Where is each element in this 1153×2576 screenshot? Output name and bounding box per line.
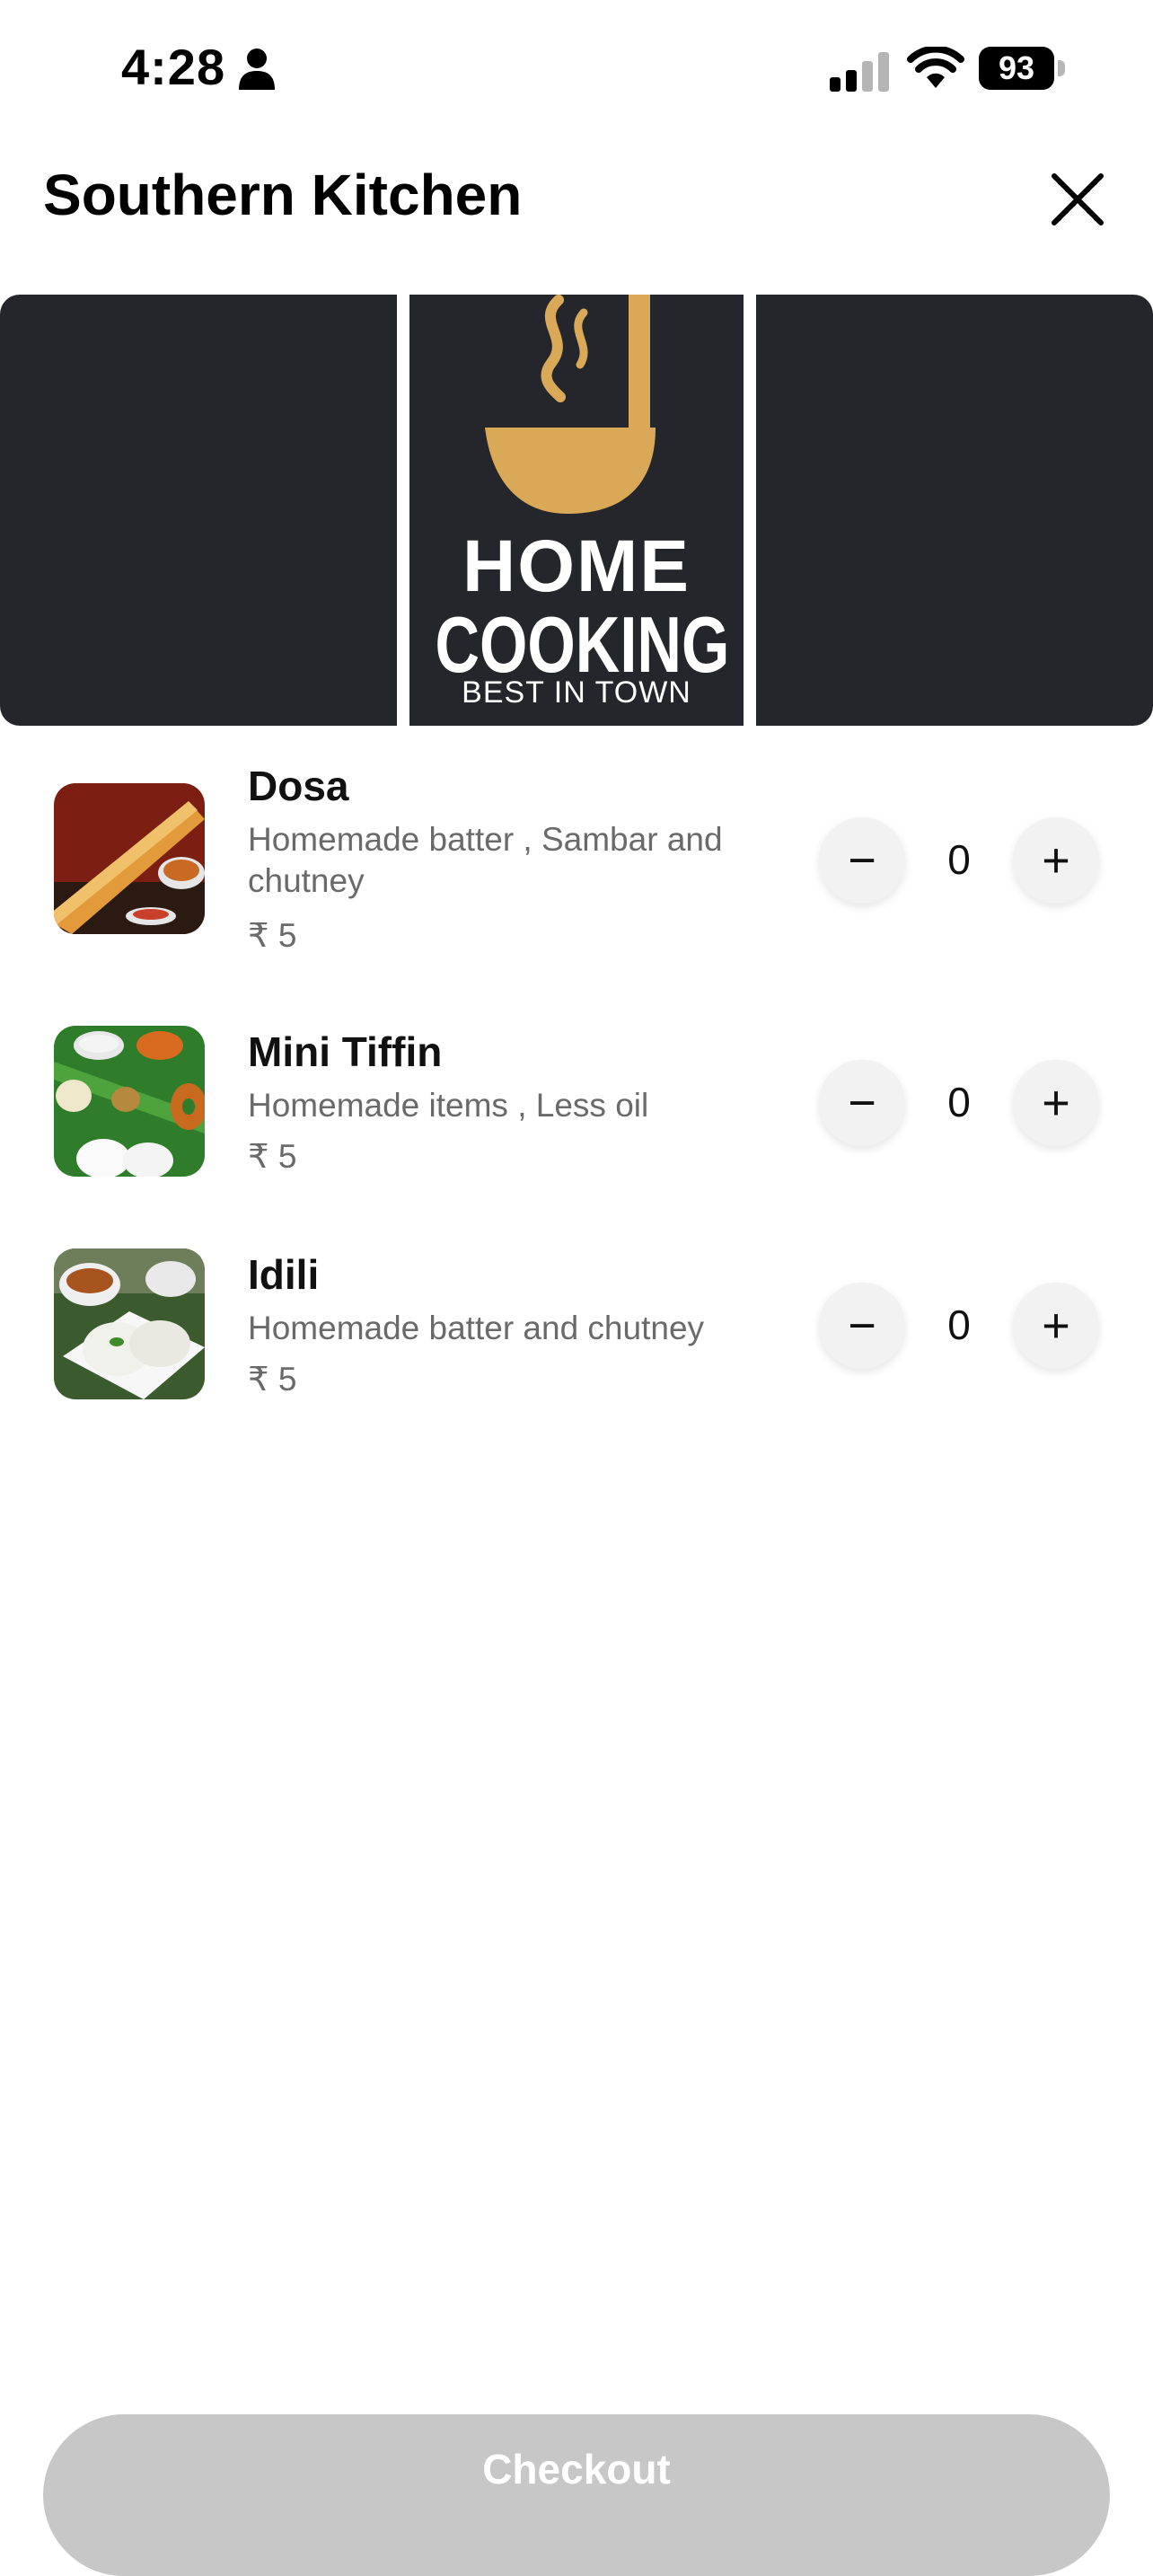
battery-icon: 93 [979,47,1065,92]
quantity-value: 0 [947,1079,971,1125]
quantity-value: 0 [947,836,971,883]
decrease-quantity-button[interactable]: − [819,817,905,904]
banner-title-home: HOME [462,525,691,607]
quantity-value: 0 [947,1301,971,1348]
menu-item-mini-tiffin: Mini Tiffin Homemade items , Less oil ₹ … [0,1026,1153,1205]
increase-quantity-button[interactable]: + [1013,1283,1099,1369]
item-price: ₹ 5 [248,1138,297,1175]
mini-tiffin-image [54,1026,205,1177]
restaurant-banner: dreamstime HOME COOKING BEST IN TOWN [0,295,1153,726]
checkout-button[interactable]: Checkout [43,2414,1110,2576]
menu-item-idili: Idili Homemade batter and chutney ₹ 5 − … [0,1248,1153,1428]
decrease-quantity-button[interactable]: − [819,1283,905,1369]
item-price: ₹ 5 [248,917,297,954]
wifi-icon [907,47,964,88]
item-description: Homemade batter , Sambar and chutney [248,821,723,899]
item-price: ₹ 5 [248,1361,297,1398]
item-name: Dosa [248,763,349,809]
banner-title-cooking: COOKING [435,600,730,689]
page-title: Southern Kitchen [43,163,523,227]
item-description: Homemade items , Less oil [248,1087,649,1124]
item-name: Idili [248,1251,320,1298]
dosa-image [54,783,205,934]
close-button[interactable] [1042,163,1113,235]
person-icon [239,49,275,90]
increase-quantity-button[interactable]: + [1013,817,1099,904]
header: Southern Kitchen [0,144,1153,251]
item-name: Mini Tiffin [248,1028,443,1075]
menu-item-dosa: Dosa Homemade batter , Sambar and chutne… [0,762,1153,977]
banner-tagline: BEST IN TOWN [462,675,691,710]
idili-image [54,1248,205,1399]
close-icon [1052,173,1104,225]
battery-level: 93 [979,47,1054,90]
status-time: 4:28 [121,39,226,95]
increase-quantity-button[interactable]: + [1013,1060,1099,1146]
decrease-quantity-button[interactable]: − [819,1060,905,1146]
status-bar: 4:28 93 [0,0,1153,135]
cellular-signal-icon [830,52,889,92]
item-description: Homemade batter and chutney [248,1310,705,1346]
